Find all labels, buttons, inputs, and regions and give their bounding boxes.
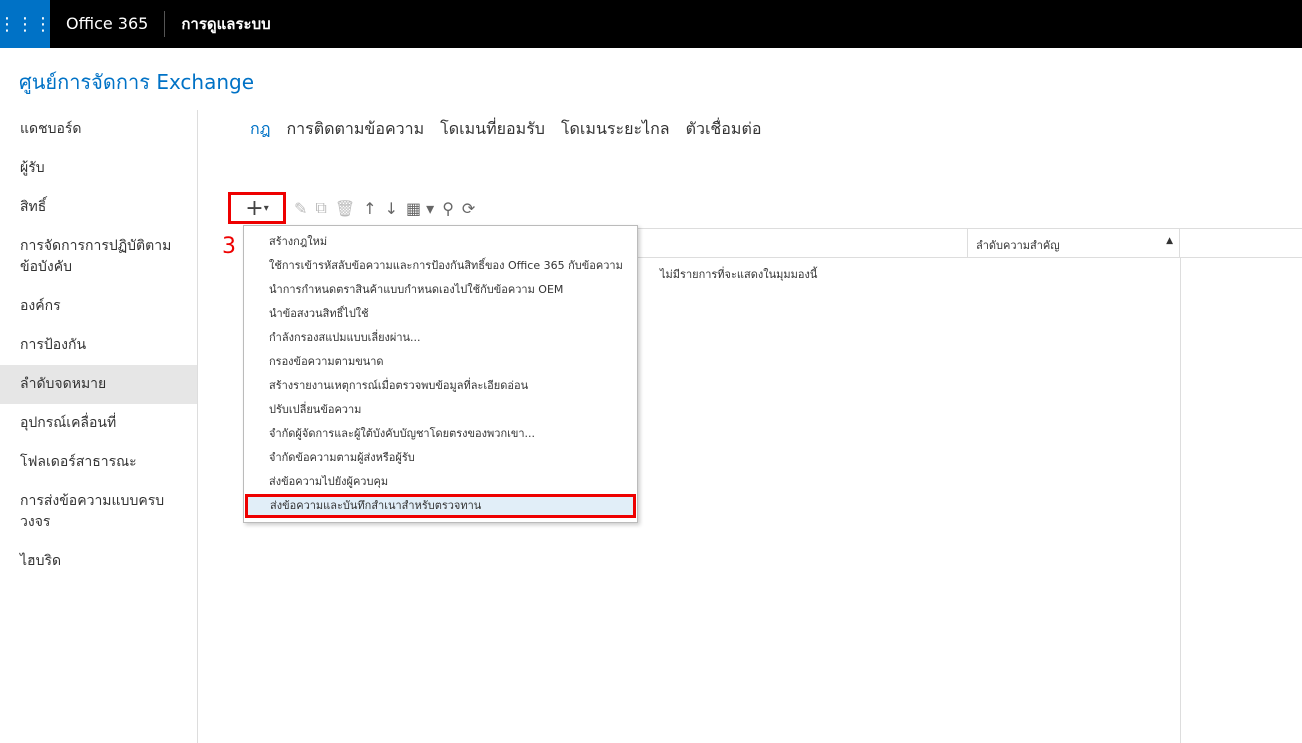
sort-ascending-icon: ▲: [1166, 236, 1173, 246]
brand-link[interactable]: Office 365: [50, 11, 166, 37]
sidebar: แดชบอร์ด ผู้รับ สิทธิ์ การจัดการการปฏิบั…: [0, 110, 198, 743]
app-launcher-icon[interactable]: ⋮⋮⋮: [0, 0, 52, 48]
menu-item[interactable]: จำกัดข้อความตามผู้ส่งหรือผู้รับ: [244, 446, 637, 470]
refresh-icon[interactable]: ⟳: [462, 199, 475, 218]
column-label: ลำดับความสำคัญ: [976, 239, 1060, 252]
search-icon[interactable]: ⚲: [442, 199, 454, 218]
menu-item[interactable]: ส่งข้อความไปยังผู้ควบคุม: [244, 470, 637, 494]
move-down-icon[interactable]: ↓: [385, 199, 398, 218]
sidebar-item-organization[interactable]: องค์กร: [0, 287, 197, 326]
tab-message-trace[interactable]: การติดตามข้อความ: [286, 117, 424, 142]
empty-message: ไม่มีรายการที่จะแสดงในมุมมองนี้: [660, 268, 818, 281]
menu-item[interactable]: สร้างกฎใหม่: [244, 230, 637, 254]
sidebar-item-mobile[interactable]: อุปกรณ์เคลื่อนที่: [0, 404, 197, 443]
sidebar-item-public-folders[interactable]: โฟลเดอร์สาธารณะ: [0, 443, 197, 482]
tabs: กฎ การติดตามข้อความ โดเมนที่ยอมรับ โดเมน…: [250, 117, 761, 142]
menu-item[interactable]: กรองข้อความตามขนาด: [244, 350, 637, 374]
page-title: ศูนย์การจัดการ Exchange: [19, 70, 255, 94]
tab-accepted-domains[interactable]: โดเมนที่ยอมรับ: [440, 117, 545, 142]
sidebar-item-recipients[interactable]: ผู้รับ: [0, 149, 197, 188]
tab-remote-domains[interactable]: โดเมนระยะไกล: [561, 117, 670, 142]
top-bar: ⋮⋮⋮ Office 365 การดูแลระบบ: [0, 0, 1302, 48]
chevron-down-icon: ▾: [263, 202, 269, 214]
tab-rules[interactable]: กฎ: [250, 117, 270, 142]
menu-item[interactable]: จำกัดผู้จัดการและผู้ใต้บังคับบัญชาโดยตรง…: [244, 422, 637, 446]
sidebar-item-unified-messaging[interactable]: การส่งข้อความแบบครบวงจร: [0, 482, 197, 542]
step-number: 3: [222, 234, 236, 259]
move-up-icon[interactable]: ↑: [363, 199, 376, 218]
app-title[interactable]: การดูแลระบบ: [165, 12, 270, 36]
plus-icon: +: [245, 195, 264, 221]
edit-icon[interactable]: ✎: [294, 199, 307, 218]
sidebar-item-permissions[interactable]: สิทธิ์: [0, 188, 197, 227]
menu-item[interactable]: กำลังกรองสแปมแบบเลี่ยงผ่าน...: [244, 326, 637, 350]
menu-item[interactable]: นำข้อสงวนสิทธิ์ไปใช้: [244, 302, 637, 326]
copy-icon[interactable]: ⧉: [315, 198, 326, 218]
column-divider: [1180, 258, 1181, 743]
menu-item[interactable]: นำการกำหนดตราสินค้าแบบกำหนดเองไปใช้กับข้…: [244, 278, 637, 302]
menu-item[interactable]: ใช้การเข้ารหัสลับข้อความและการป้องกันสิท…: [244, 254, 637, 278]
sidebar-item-hybrid[interactable]: ไฮบริด: [0, 542, 197, 581]
menu-item[interactable]: ปรับเปลี่ยนข้อความ: [244, 398, 637, 422]
column-header-priority[interactable]: ลำดับความสำคัญ ▲: [967, 228, 1180, 258]
toolbar: + ▾ ✎ ⧉ 🗑 ↑ ↓ ▦ ▾ ⚲ ⟳: [228, 192, 475, 224]
menu-item-selected[interactable]: ส่งข้อความและบันทึกสำเนาสำหรับตรวจทาน: [245, 494, 636, 518]
menu-item[interactable]: สร้างรายงานเหตุการณ์เมื่อตรวจพบข้อมูลที่…: [244, 374, 637, 398]
new-rule-dropdown-menu: สร้างกฎใหม่ ใช้การเข้ารหัสลับข้อความและก…: [243, 225, 638, 523]
sidebar-item-dashboard[interactable]: แดชบอร์ด: [0, 110, 197, 149]
delete-icon[interactable]: 🗑: [335, 199, 355, 218]
sidebar-item-protection[interactable]: การป้องกัน: [0, 326, 197, 365]
add-button[interactable]: + ▾: [228, 192, 286, 224]
sidebar-item-compliance[interactable]: การจัดการการปฏิบัติตามข้อบังคับ: [0, 227, 197, 287]
sidebar-item-mail-flow[interactable]: ลำดับจดหมาย: [0, 365, 197, 404]
tab-connectors[interactable]: ตัวเชื่อมต่อ: [686, 117, 762, 142]
report-icon[interactable]: ▦ ▾: [406, 199, 434, 218]
